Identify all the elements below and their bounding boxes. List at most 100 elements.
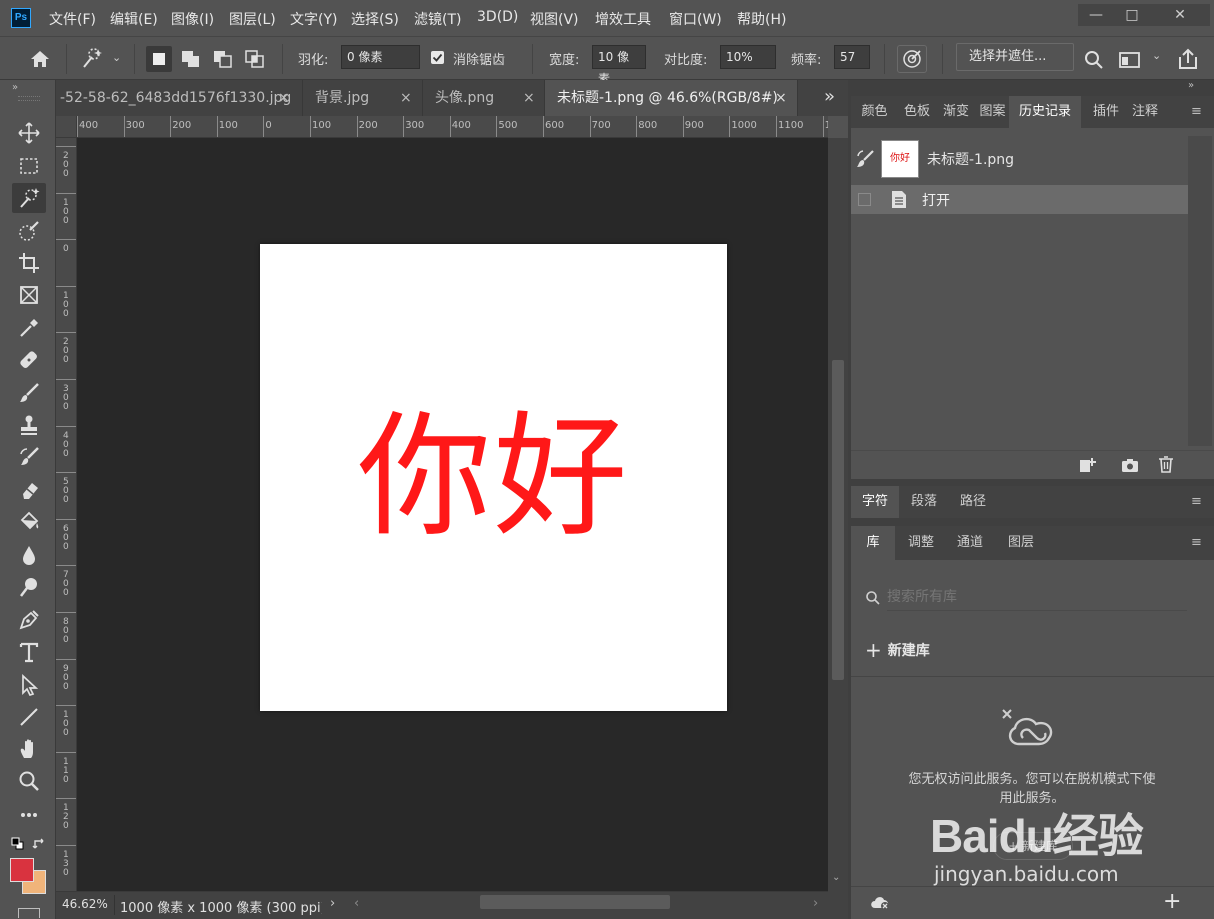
tab-libraries[interactable]: 库 [851,526,895,560]
document-canvas[interactable]: 你好 [260,244,727,711]
trash-icon[interactable] [1158,456,1174,473]
history-brush-source-icon[interactable] [855,148,877,170]
workspace-icon[interactable] [1118,49,1142,71]
close-window-button[interactable]: ✕ [1150,4,1210,26]
frame-tool-icon[interactable] [12,280,46,310]
tab-paths[interactable]: 路径 [949,486,997,518]
foreground-color-swatch[interactable] [10,858,34,882]
tab-avatar[interactable]: 头像.png × [423,80,545,116]
object-selection-tool-icon[interactable] [12,216,46,246]
healing-brush-tool-icon[interactable] [12,345,46,375]
vertical-scroll-thumb[interactable] [832,360,844,680]
menu-view[interactable]: 视图(V) [530,9,579,29]
add-plus-icon[interactable]: + [1163,889,1181,914]
collapse-dock-icon[interactable]: » [1188,80,1194,91]
maximize-button[interactable]: □ [1114,4,1150,26]
history-brush-tool-icon[interactable] [12,442,46,472]
snapshot-thumbnail[interactable]: 你好 [881,140,919,178]
menu-plugins[interactable]: 增效工具 [595,9,651,29]
camera-icon[interactable] [1121,457,1139,473]
tab-color[interactable]: 颜色 [851,96,898,128]
menu-window[interactable]: 窗口(W) [669,9,722,29]
workspace-chevron-down-icon[interactable]: ⌄ [1152,49,1161,62]
menu-file[interactable]: 文件(F) [49,9,96,29]
tab-untitled-1[interactable]: 未标题-1.png @ 46.6%(RGB/8#) × [545,80,798,116]
toolbar-grip[interactable] [18,96,40,101]
tab-swatches[interactable]: 色板 [898,96,936,128]
ruler-origin[interactable] [56,116,77,138]
panel-menu-icon[interactable]: ≡ [1191,535,1202,550]
scroll-down-chevron-icon[interactable]: ⌄ [832,872,840,883]
clone-stamp-tool-icon[interactable] [12,410,46,440]
library-search-input[interactable] [887,584,1187,611]
close-tab-icon[interactable]: × [523,80,535,116]
path-selection-tool-icon[interactable] [12,670,46,700]
hand-tool-icon[interactable] [12,734,46,764]
horizontal-scroll-thumb[interactable] [480,895,670,909]
crop-tool-icon[interactable] [12,248,46,278]
menu-image[interactable]: 图像(I) [171,9,214,29]
panel-menu-icon[interactable]: ≡ [1191,494,1202,509]
swap-colors-icon[interactable] [32,837,46,851]
menu-type[interactable]: 文字(Y) [290,9,337,29]
menu-edit[interactable]: 编辑(E) [110,9,158,29]
selection-add-icon[interactable] [178,46,204,72]
dodge-tool-icon[interactable] [12,572,46,602]
menu-help[interactable]: 帮助(H) [737,9,786,29]
frequency-input[interactable]: 57 [834,45,870,69]
tab-photo[interactable]: -52-58-62_6483dd1576f1330.jpg × [56,80,303,116]
line-tool-icon[interactable] [12,702,46,732]
tab-history[interactable]: 历史记录 [1009,96,1081,128]
menu-filter[interactable]: 滤镜(T) [414,9,461,29]
tab-adjustments[interactable]: 调整 [895,526,947,560]
select-and-mask-button[interactable]: 选择并遮住... [956,43,1074,71]
close-tab-icon[interactable]: × [775,80,787,116]
paint-bucket-tool-icon[interactable] [12,507,46,537]
minimize-button[interactable]: — [1078,4,1114,26]
document-size[interactable]: 1000 像素 x 1000 像素 (300 ppi) [120,897,322,916]
quick-mask-icon[interactable] [18,908,40,918]
move-tool-icon[interactable] [12,118,46,148]
default-colors-icon[interactable] [11,837,24,850]
selection-new-icon[interactable] [146,46,172,72]
marquee-tool-icon[interactable] [12,151,46,181]
tab-channels[interactable]: 通道 [947,526,993,560]
scroll-left-chevron-icon[interactable]: ‹ [354,896,359,911]
blur-tool-icon[interactable] [12,540,46,570]
pen-pressure-icon[interactable] [897,45,927,73]
home-icon[interactable] [28,47,52,71]
selection-subtract-icon[interactable] [210,46,236,72]
width-input[interactable]: 10 像素 [592,45,646,86]
tab-overflow-icon[interactable]: » [824,86,835,107]
scroll-right-chevron-icon[interactable]: › [813,896,818,911]
quick-select-tool-icon[interactable] [78,45,104,73]
tab-character[interactable]: 字符 [851,486,899,518]
tab-notes[interactable]: 注释 [1127,96,1163,128]
expand-toolbar-icon[interactable]: » [12,82,18,93]
menu-3d[interactable]: 3D(D) [477,9,518,25]
history-scrollbar[interactable] [1188,136,1212,446]
tab-plugins[interactable]: 插件 [1085,96,1127,128]
history-step-checkbox[interactable] [858,193,871,206]
canvas-area[interactable]: 你好 [77,138,828,892]
menu-select[interactable]: 选择(S) [351,9,399,29]
tab-layers[interactable]: 图层 [997,526,1045,560]
snapshot-label[interactable]: 未标题-1.png [927,149,1014,169]
close-tab-icon[interactable]: × [278,80,290,116]
history-item-open[interactable]: 打开 [851,185,1188,214]
tab-background[interactable]: 背景.jpg × [303,80,423,116]
quick-selection-tool-icon[interactable] [12,183,46,213]
new-document-from-state-icon[interactable] [1079,457,1097,473]
cloud-sync-icon[interactable] [869,893,891,911]
new-library-button[interactable]: + 新建库 [865,638,930,662]
vertical-ruler[interactable]: 2 0 0 1 0 0 0 1 0 0 2 0 0 3 0 0 4 0 0 5 0 0 6 0 … [56,138,77,892]
pen-tool-icon[interactable] [12,605,46,635]
feather-input[interactable]: 0 像素 [341,45,420,69]
share-icon[interactable] [1176,47,1200,71]
eraser-tool-icon[interactable] [12,475,46,505]
tab-gradients[interactable]: 渐变 [936,96,976,128]
zoom-level[interactable]: 46.62% [62,897,108,911]
more-tools-icon[interactable] [12,800,46,830]
horizontal-ruler[interactable]: 400 300 200 100 0 100 200 300 400 500 600 700 800 900… [56,116,828,138]
status-menu-arrow-icon[interactable]: › [330,896,335,911]
